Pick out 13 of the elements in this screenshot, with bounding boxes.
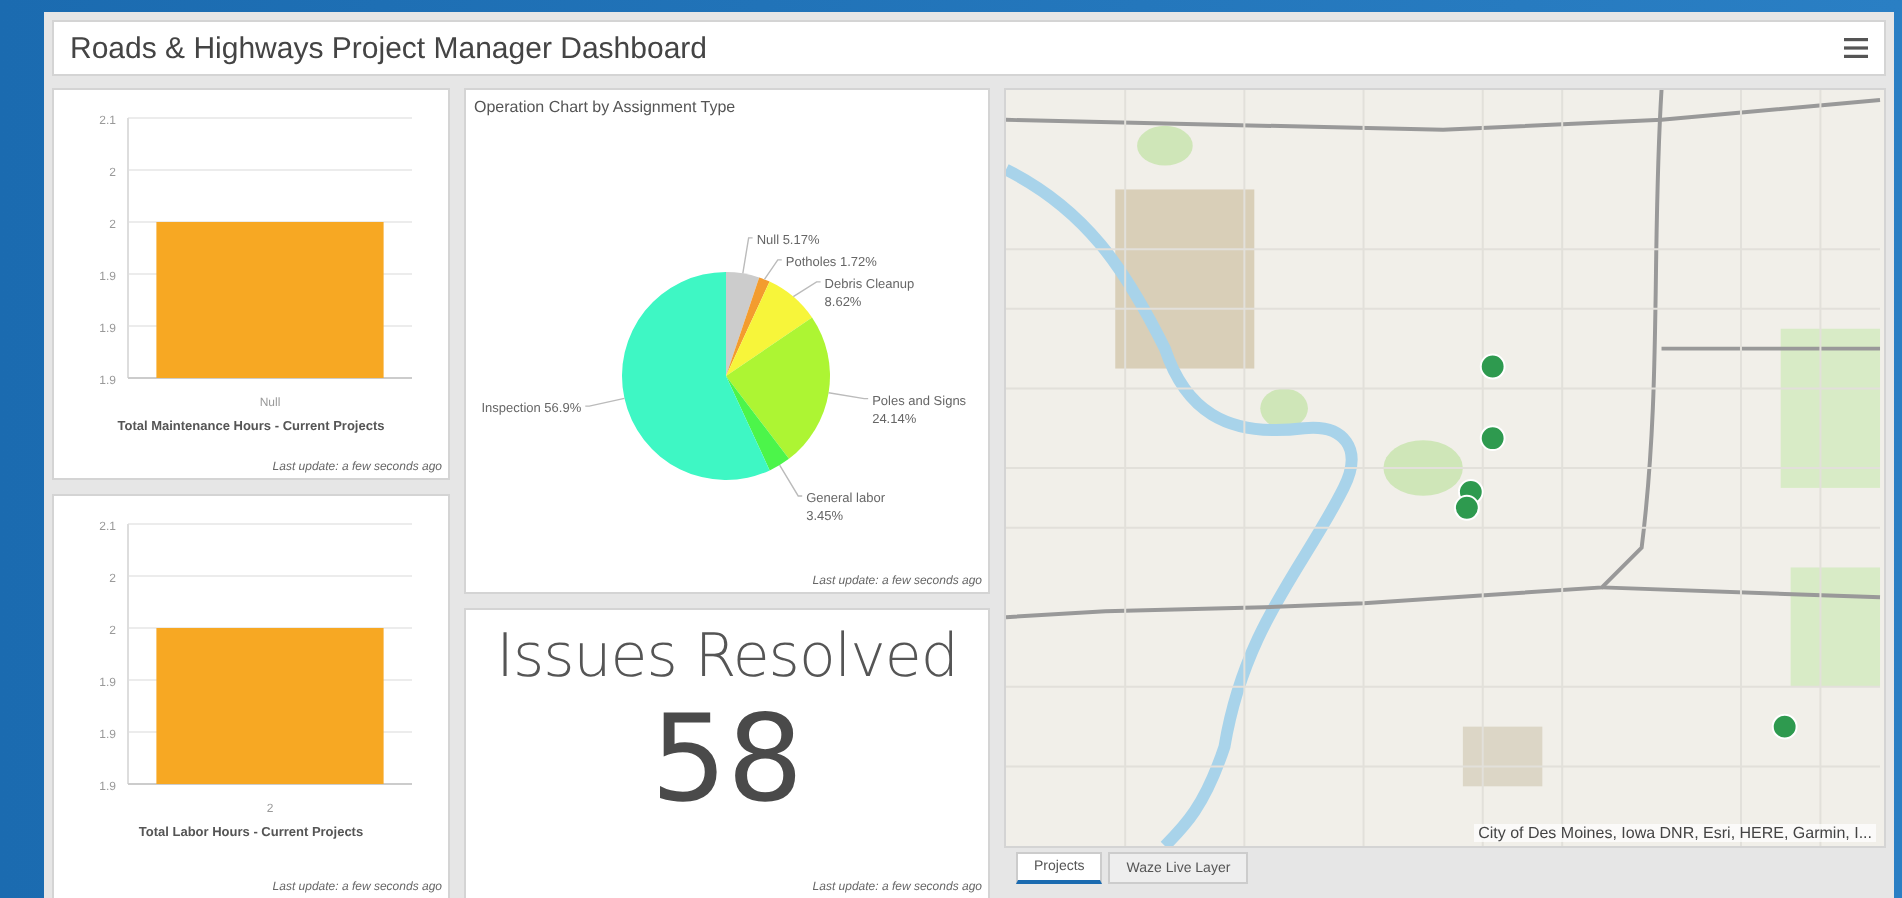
leader-line	[763, 259, 783, 281]
indicator-value: 58	[650, 700, 804, 820]
map-view[interactable]: City of Des Moines, Iowa DNR, Esri, HERE, Garmin, I...	[1004, 88, 1886, 848]
leader-line	[792, 281, 822, 298]
leader-line	[742, 237, 754, 275]
menu-icon[interactable]	[1844, 38, 1868, 58]
leader-line	[827, 392, 869, 400]
chart-title: Operation Chart by Assignment Type	[472, 96, 738, 116]
leader-line	[778, 464, 803, 497]
dashboard-title: Roads & Highways Project Manager Dashboard	[70, 31, 707, 65]
indicator-title: Issues Resolved	[496, 622, 958, 692]
map-attribution: City of Des Moines, Iowa DNR, Esri, HERE, Garmin, I...	[1474, 824, 1876, 842]
leader-line	[584, 397, 626, 407]
